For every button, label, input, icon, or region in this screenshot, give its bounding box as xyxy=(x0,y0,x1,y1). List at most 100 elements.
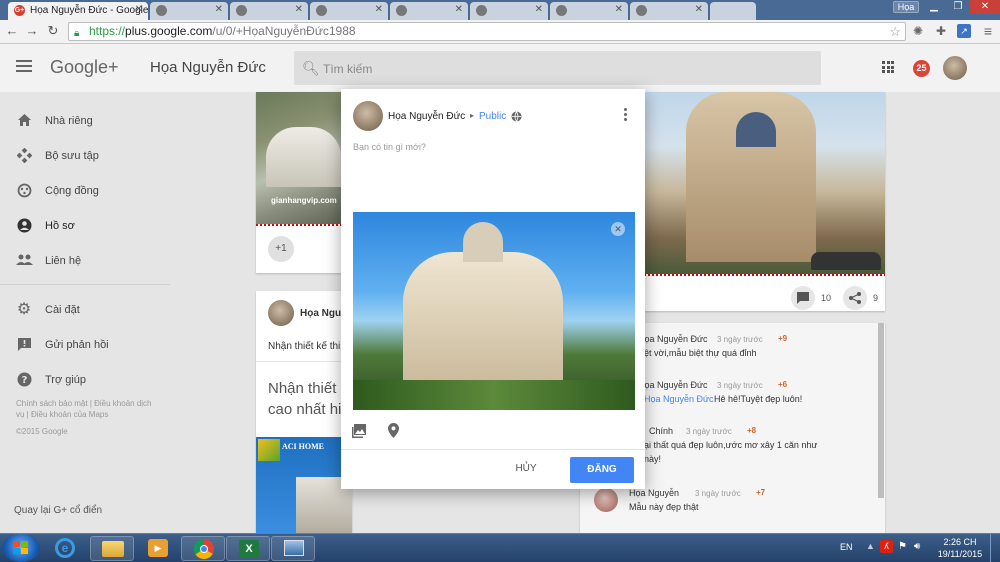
comment-plus-count[interactable]: +6 xyxy=(778,380,787,389)
extension-gear-icon[interactable]: ✺ xyxy=(910,23,926,39)
sidebar-item-label: Bộ sưu tập xyxy=(45,150,99,162)
audience-selector[interactable]: Public xyxy=(479,111,506,122)
classic-gplus-link[interactable]: Quay lại G+ cổ điển xyxy=(14,505,102,516)
image-watermark: gianhangvip.com xyxy=(271,196,337,205)
tab[interactable]: ✕ xyxy=(550,2,628,20)
post-text-input[interactable]: Bạn có tin gì mới? xyxy=(353,142,633,198)
tab[interactable]: ✕ xyxy=(230,2,308,20)
tray-expand-icon[interactable]: ▲ xyxy=(866,541,875,551)
comment-author[interactable]: Họa Nguyễn xyxy=(629,488,679,498)
tab-close-icon[interactable]: ✕ xyxy=(535,4,543,15)
tab[interactable]: ✕ xyxy=(390,2,468,20)
svg-text:?: ? xyxy=(21,375,27,386)
tab-active[interactable]: G+ Họa Nguyễn Đức - Google ✕ xyxy=(8,2,148,20)
tab-close-icon[interactable]: ✕ xyxy=(455,4,463,15)
sidebar-item-label: Cộng đồng xyxy=(45,185,99,197)
avatar[interactable] xyxy=(268,300,294,326)
tab-close-icon[interactable]: ✕ xyxy=(295,4,303,15)
post-button[interactable]: ĐĂNG xyxy=(570,457,634,483)
search-icon: 🔍︎ xyxy=(302,60,320,76)
account-avatar[interactable] xyxy=(943,56,967,80)
tab-close-icon[interactable]: ✕ xyxy=(215,4,223,15)
tab-close-icon[interactable]: ✕ xyxy=(375,4,383,15)
comment-plus-count[interactable]: +9 xyxy=(778,334,787,343)
comment-author[interactable]: Chính xyxy=(649,426,673,436)
tab[interactable]: ✕ xyxy=(310,2,388,20)
more-vertical-icon[interactable] xyxy=(624,108,628,122)
share-button[interactable] xyxy=(843,286,867,310)
sidebar-item-people[interactable]: Liên hệ xyxy=(0,246,170,276)
network-tray-icon[interactable]: ⚑ xyxy=(898,541,907,552)
comment-author[interactable]: Họa Nguyễn Đức xyxy=(638,334,708,344)
extension-chart-icon[interactable]: ↗ xyxy=(957,24,971,38)
volume-tray-icon[interactable]: 🔊︎ xyxy=(914,541,920,552)
taskbar-media[interactable]: ▶ xyxy=(136,536,180,561)
taskbar-ie[interactable]: e xyxy=(45,536,89,561)
hamburger-menu-icon[interactable] xyxy=(16,60,32,74)
taskbar-excel[interactable]: X xyxy=(226,536,270,561)
avatar[interactable] xyxy=(594,488,618,512)
post-image[interactable]: gianhangvip.com xyxy=(256,92,352,224)
search-input[interactable]: 🔍︎ Tìm kiếm xyxy=(294,51,821,85)
photo-icon[interactable] xyxy=(352,424,366,438)
sidebar-item-settings[interactable]: ⚙ Cài đặt xyxy=(0,295,170,325)
apps-grid-icon[interactable] xyxy=(882,61,894,73)
sidebar-item-profile[interactable]: Hồ sơ xyxy=(0,211,170,241)
url-path: /u/0/+HọaNguyễnĐức1988 xyxy=(212,24,356,38)
taskbar-remote[interactable] xyxy=(271,536,315,561)
tab-favicon-icon xyxy=(316,5,327,16)
attached-photo[interactable]: ✕ xyxy=(353,212,635,410)
comment-mention[interactable]: Họa Nguyễn Đức xyxy=(644,394,714,404)
tab[interactable]: ✕ xyxy=(630,2,708,20)
villa-shape xyxy=(266,127,341,187)
feedback-icon xyxy=(16,337,32,353)
tab-close-icon[interactable]: ✕ xyxy=(615,4,623,15)
tab-close-icon[interactable]: ✕ xyxy=(135,4,143,15)
post-banner-image[interactable]: ACI HOME xyxy=(256,437,352,533)
location-pin-icon[interactable] xyxy=(388,423,399,438)
sidebar-item-home[interactable]: Nhà riêng xyxy=(0,106,170,136)
plus-one-button[interactable]: +1 xyxy=(268,236,294,262)
sidebar-item-collections[interactable]: Bộ sưu tập xyxy=(0,141,170,171)
acrobat-tray-icon[interactable]: ʎ xyxy=(880,540,893,553)
taskbar-chrome[interactable] xyxy=(181,536,225,561)
minimize-icon[interactable]: ▁ xyxy=(922,0,946,14)
sidebar-item-communities[interactable]: Cộng đồng xyxy=(0,176,170,206)
clock[interactable]: 2:26 CH 19/11/2015 xyxy=(935,536,985,560)
close-window-icon[interactable]: ✕ xyxy=(970,0,1000,14)
sidebar-item-help[interactable]: ? Trợ giúp xyxy=(0,365,170,395)
compose-post-dialog: Họa Nguyễn Đức ▸ Public Bạn có tin gì mớ… xyxy=(341,89,645,489)
footer-links[interactable]: Chính sách bảo mật | Điều khoản dịch vụ … xyxy=(16,398,161,420)
back-arrow-icon[interactable]: ← xyxy=(4,23,20,39)
comment-plus-count[interactable]: +8 xyxy=(747,426,756,435)
url-input[interactable]: 🔒︎ https://plus.google.com/u/0/+HọaNguyễ… xyxy=(68,22,906,41)
comment-button[interactable] xyxy=(791,286,815,310)
forward-arrow-icon[interactable]: → xyxy=(24,23,40,39)
show-desktop-button[interactable] xyxy=(990,534,1000,562)
comment-text: ệt vời,mẫu biệt thự quá đỉnh xyxy=(644,348,757,358)
chrome-menu-icon[interactable]: ≡ xyxy=(980,23,996,39)
comment-author[interactable]: Họa Nguyễn Đức xyxy=(638,380,708,390)
google-plus-logo[interactable]: Google+ xyxy=(50,57,119,78)
new-tab-button[interactable] xyxy=(710,2,756,20)
language-indicator[interactable]: EN xyxy=(840,542,853,552)
post-big-text-line1: Nhận thiết k xyxy=(268,380,349,397)
tab-favicon-icon xyxy=(156,5,167,16)
tab[interactable]: ✕ xyxy=(150,2,228,20)
bookmark-star-icon[interactable]: ☆ xyxy=(889,23,901,40)
post-card: Họa Nguyễ Nhận thiết kế thi Nhận thiết k… xyxy=(256,291,352,533)
comment-plus-count[interactable]: +7 xyxy=(756,488,765,497)
reload-icon[interactable]: ↻ xyxy=(45,23,61,39)
maximize-icon[interactable]: ❐ xyxy=(946,0,970,14)
tower-shape xyxy=(463,222,503,262)
tab-close-icon[interactable]: ✕ xyxy=(695,4,703,15)
notification-badge[interactable]: 25 xyxy=(913,60,930,77)
sidebar-item-feedback[interactable]: Gửi phản hồi xyxy=(0,330,170,360)
taskbar-explorer[interactable] xyxy=(90,536,134,561)
tab[interactable]: ✕ xyxy=(470,2,548,20)
profile-badge[interactable]: Họa xyxy=(893,1,919,13)
cancel-button[interactable]: HỦY xyxy=(506,457,546,481)
remove-photo-icon[interactable]: ✕ xyxy=(611,222,625,236)
start-button[interactable] xyxy=(2,534,40,562)
extension-puzzle-icon[interactable]: ✚ xyxy=(933,23,949,39)
